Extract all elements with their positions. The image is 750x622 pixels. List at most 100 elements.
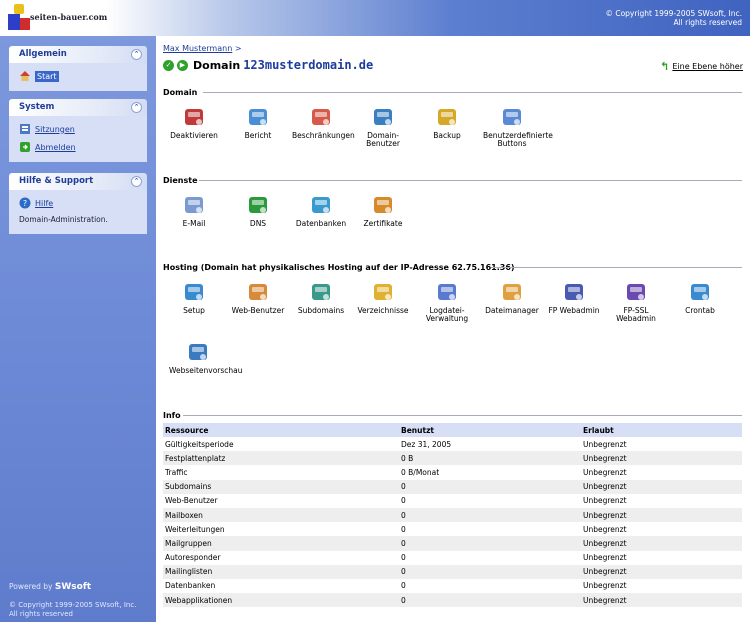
- column-header-used[interactable]: Benutzt: [399, 423, 581, 437]
- allowed-cell: Unbegrenzt: [581, 479, 742, 494]
- certificate-button[interactable]: Zertifikate: [354, 194, 412, 228]
- section-title-info: Info: [163, 411, 181, 420]
- file-manager-button[interactable]: Dateimanager: [483, 281, 541, 315]
- used-cell: 0: [399, 479, 581, 494]
- limits-icon: [310, 106, 332, 128]
- table-row: Mailgruppen 0 Unbegrenzt: [163, 536, 742, 551]
- folders-button[interactable]: Verzeichnisse: [354, 281, 412, 315]
- sidebar-item-start[interactable]: Start: [19, 67, 147, 85]
- table-row: Gültigkeitsperiode Dez 31, 2005 Unbegrenzt: [163, 437, 742, 451]
- button-label: Verzeichnisse: [357, 306, 409, 315]
- button-label: Deaktivieren: [170, 131, 218, 140]
- domain-user-button[interactable]: Domain-Benutzer: [354, 106, 412, 148]
- logo-text: seiten-bauer.com: [30, 12, 108, 22]
- table-row: Subdomains 0 Unbegrenzt: [163, 479, 742, 494]
- panel-help-header[interactable]: Hilfe & Support ⌃: [9, 173, 147, 190]
- report-button[interactable]: Bericht: [229, 106, 287, 140]
- up-level-link[interactable]: ↰ Eine Ebene höher: [660, 60, 743, 73]
- custom-buttons-icon: [501, 106, 523, 128]
- top-header: seiten-bauer.com © Copyright 1999-2005 S…: [0, 0, 750, 36]
- panel-general: Allgemein ⌃ Start: [9, 46, 147, 91]
- up-arrow-icon: ↰: [660, 60, 670, 73]
- section-title-services: Dienste: [163, 176, 198, 185]
- dns-icon: [247, 194, 269, 216]
- section-title-hosting: Hosting (Domain hat physikalisches Hosti…: [163, 263, 515, 272]
- sidebar-item-help[interactable]: ? Hilfe: [19, 194, 147, 212]
- button-label: Subdomains: [297, 306, 345, 315]
- clock-icon: [689, 281, 711, 303]
- used-cell: 0: [399, 507, 581, 523]
- button-label: DNS: [249, 219, 267, 228]
- email-icon: [183, 194, 205, 216]
- setup-icon: [183, 281, 205, 303]
- folders-icon: [372, 281, 394, 303]
- used-cell: Dez 31, 2005: [401, 439, 452, 449]
- info-table: Ressource Benutzt Erlaubt Gültigkeitsper…: [163, 423, 742, 608]
- dns-button[interactable]: DNS: [229, 194, 287, 228]
- sidebar-item-sessions[interactable]: Sitzungen: [19, 120, 147, 138]
- collapse-icon[interactable]: ⌃: [131, 102, 142, 113]
- custom-buttons-button[interactable]: Benutzerdefinierte Buttons: [483, 106, 553, 148]
- sidebar-copyright: © Copyright 1999-2005 SWsoft, Inc. All r…: [9, 601, 137, 618]
- fp-ssl-webadmin-button[interactable]: FP-SSL Webadmin: [607, 281, 665, 323]
- allowed-cell: Unbegrenzt: [583, 524, 627, 534]
- backup-button[interactable]: Backup: [418, 106, 476, 140]
- button-label: FP Webadmin: [548, 306, 600, 315]
- deactivate-button[interactable]: Deaktivieren: [165, 106, 223, 140]
- button-label: Web-Benutzer: [231, 306, 285, 315]
- used-cell: 0 B: [399, 451, 581, 466]
- allowed-cell: Unbegrenzt: [581, 564, 742, 579]
- log-button[interactable]: Logdatei-Verwaltung: [418, 281, 476, 323]
- table-header-row: Ressource Benutzt Erlaubt: [163, 423, 742, 437]
- certificate-icon: [372, 194, 394, 216]
- collapse-icon[interactable]: ⌃: [131, 49, 142, 60]
- clock-button[interactable]: Crontab: [671, 281, 729, 315]
- table-row: Weiterleitungen 0 Unbegrenzt: [163, 522, 742, 536]
- preview-button[interactable]: Webseitenvorschau: [169, 341, 243, 375]
- logo[interactable]: seiten-bauer.com: [0, 0, 118, 36]
- collapse-icon[interactable]: ⌃: [131, 176, 142, 187]
- subdomains-button[interactable]: Subdomains: [292, 281, 350, 315]
- log-icon: [436, 281, 458, 303]
- page-title: ✓ ▶ Domain 123musterdomain.de: [163, 58, 373, 72]
- table-row: Mailboxen 0 Unbegrenzt: [163, 507, 742, 523]
- button-label: Datenbanken: [295, 219, 347, 228]
- limits-button[interactable]: Beschränkungen: [292, 106, 355, 140]
- column-header-resource[interactable]: Ressource: [163, 423, 399, 437]
- button-label: FP-SSL Webadmin: [616, 306, 656, 323]
- resource-cell: Datenbanken: [165, 581, 216, 591]
- domain-name: 123musterdomain.de: [243, 58, 374, 72]
- button-label: Webseitenvorschau: [169, 366, 243, 375]
- database-button[interactable]: Datenbanken: [292, 194, 350, 228]
- resource-cell: Gültigkeitsperiode: [165, 439, 234, 449]
- used-cell: 0: [399, 593, 581, 608]
- setup-button[interactable]: Setup: [165, 281, 223, 315]
- resource-cell: Subdomains: [163, 479, 399, 494]
- panel-system: System ⌃ Sitzungen Abmelden: [9, 99, 147, 162]
- button-label: Domain-Benutzer: [366, 131, 400, 148]
- button-label: Backup: [433, 131, 461, 140]
- fp-webadmin-button[interactable]: FP Webadmin: [545, 281, 603, 315]
- play-icon[interactable]: ▶: [177, 59, 188, 71]
- allowed-cell: Unbegrenzt: [581, 507, 742, 523]
- divider: [491, 267, 742, 268]
- resource-cell: Traffic: [165, 467, 188, 477]
- resource-cell: Webapplikationen: [163, 593, 399, 608]
- web-user-icon: [247, 281, 269, 303]
- deactivate-icon: [183, 106, 205, 128]
- used-cell: 0 B/Monat: [401, 467, 440, 477]
- panel-description: Domain-Administration.: [19, 215, 108, 224]
- panel-general-header[interactable]: Allgemein ⌃: [9, 46, 147, 63]
- sidebar: Allgemein ⌃ Start System ⌃ Sitzungen Abm…: [0, 36, 156, 622]
- check-icon[interactable]: ✓: [163, 59, 174, 71]
- table-row: Web-Benutzer 0 Unbegrenzt: [163, 494, 742, 508]
- web-user-button[interactable]: Web-Benutzer: [229, 281, 287, 315]
- sidebar-item-logout[interactable]: Abmelden: [19, 138, 147, 156]
- column-header-allowed[interactable]: Erlaubt: [581, 423, 742, 437]
- used-cell: 0: [401, 553, 406, 563]
- panel-system-header[interactable]: System ⌃: [9, 99, 147, 116]
- breadcrumb-link-user[interactable]: Max Mustermann: [163, 44, 232, 53]
- email-button[interactable]: E-Mail: [165, 194, 223, 228]
- table-row: Autoresponder 0 Unbegrenzt: [163, 551, 742, 565]
- used-cell: 0: [399, 564, 581, 579]
